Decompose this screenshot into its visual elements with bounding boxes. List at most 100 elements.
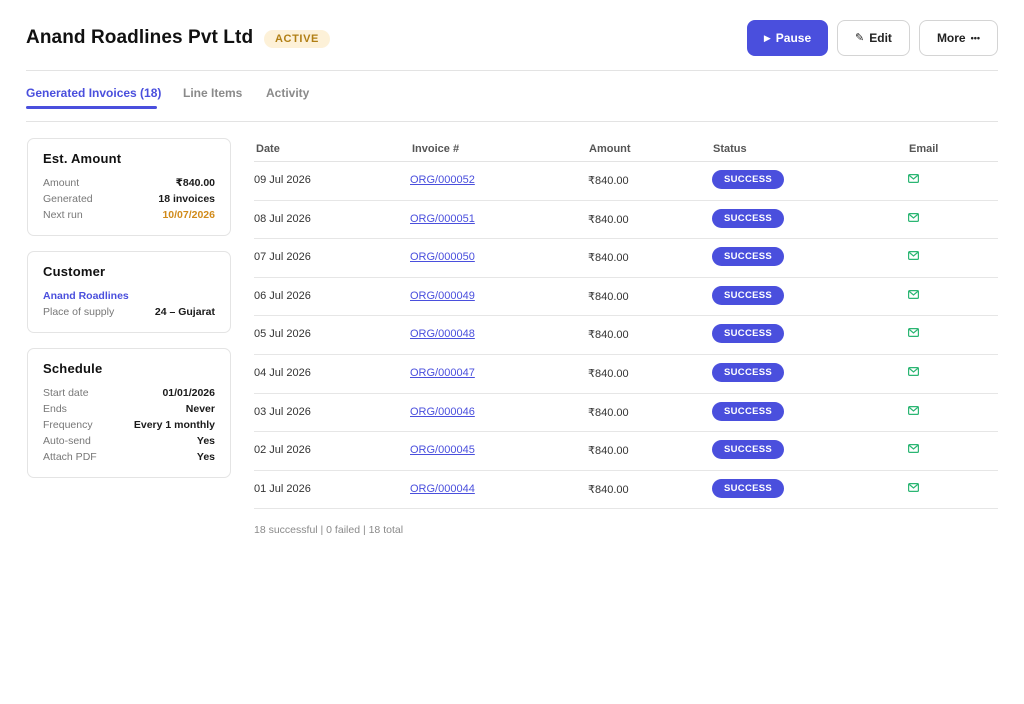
- next-run-value: 10/07/2026: [162, 209, 215, 221]
- active-tab-indicator: [26, 106, 157, 109]
- kv-key: Next run: [43, 209, 83, 221]
- kv-row: Amount ₹840.00: [43, 175, 215, 191]
- kv-value: ₹840.00: [175, 177, 215, 189]
- page-header: Anand Roadlines Pvt Ltd ACTIVE ▶ Pause ✎…: [26, 20, 998, 56]
- kv-key: Auto-send: [43, 435, 91, 447]
- card-title: Schedule: [43, 361, 103, 376]
- kv-row: Generated 18 invoices: [43, 191, 215, 207]
- email-sent-icon[interactable]: [908, 405, 919, 415]
- email-sent-icon[interactable]: [908, 174, 919, 183]
- column-header-email: Email: [909, 143, 939, 155]
- invoice-number-link[interactable]: ORG/000044: [410, 483, 475, 495]
- kv-value: 24 – Gujarat: [154, 306, 215, 318]
- kv-value: Never: [185, 403, 215, 415]
- table-row: 03 Jul 2026 ORG/000046 ₹840.00 SUCCESS: [254, 394, 998, 433]
- invoice-number-link[interactable]: ORG/000049: [410, 290, 475, 302]
- invoice-number-link[interactable]: ORG/000052: [410, 174, 475, 186]
- pause-button-label: Pause: [775, 31, 812, 45]
- invoice-date: 04 Jul 2026: [254, 367, 311, 379]
- status-badge: SUCCESS: [712, 478, 784, 498]
- kv-value: 18 invoices: [158, 193, 215, 205]
- tabs-divider: [26, 121, 998, 122]
- email-sent-icon[interactable]: [908, 444, 919, 454]
- invoice-amount: ₹840.00: [588, 213, 629, 226]
- column-header-date: Date: [256, 143, 280, 155]
- kv-key: Start date: [43, 387, 89, 399]
- invoice-amount: ₹840.00: [588, 175, 629, 187]
- kv-row: Start date 01/01/2026: [43, 385, 215, 401]
- page-title: Anand Roadlines Pvt Ltd: [26, 27, 254, 48]
- invoice-date: 01 Jul 2026: [254, 482, 311, 495]
- table-header: Date Invoice # Amount Status Email: [254, 138, 998, 162]
- invoice-date: 03 Jul 2026: [254, 405, 311, 418]
- column-header-amount: Amount: [589, 143, 631, 155]
- invoice-date: 09 Jul 2026: [254, 174, 311, 186]
- status-badge: SUCCESS: [712, 363, 784, 382]
- pause-button[interactable]: ▶ Pause: [747, 20, 828, 56]
- more-button[interactable]: More •••: [919, 20, 998, 56]
- table-row: 05 Jul 2026 ORG/000048 ₹840.00 SUCCESS: [254, 316, 998, 355]
- invoice-number-link[interactable]: ORG/000051: [410, 213, 475, 225]
- invoice-number-link[interactable]: ORG/000045: [410, 444, 475, 456]
- invoice-amount: ₹840.00: [588, 368, 629, 380]
- table-row: 08 Jul 2026 ORG/000051 ₹840.00 SUCCESS: [254, 201, 998, 240]
- tab-activity[interactable]: Activity: [266, 86, 309, 100]
- email-sent-icon[interactable]: [908, 251, 919, 261]
- kv-value: 01/01/2026: [162, 387, 215, 399]
- email-sent-icon[interactable]: [908, 482, 919, 492]
- more-button-label: More: [936, 31, 966, 45]
- status-badge: SUCCESS: [712, 401, 784, 421]
- kv-key: Generated: [43, 193, 93, 205]
- table-row: 04 Jul 2026 ORG/000047 ₹840.00 SUCCESS: [254, 355, 998, 394]
- kv-row: Ends Never: [43, 401, 215, 417]
- email-sent-icon[interactable]: [908, 328, 919, 338]
- status-badge: SUCCESS: [712, 170, 784, 189]
- email-sent-icon[interactable]: [908, 367, 919, 376]
- ellipsis-icon: •••: [970, 33, 981, 43]
- invoice-number-link[interactable]: ORG/000050: [410, 251, 475, 263]
- tab-generated-invoices[interactable]: Generated Invoices (18): [26, 86, 161, 100]
- invoice-amount: ₹840.00: [588, 483, 629, 496]
- kv-row: Next run 10/07/2026: [43, 207, 215, 223]
- invoice-date: 02 Jul 2026: [254, 444, 311, 457]
- kv-key: Attach PDF: [43, 451, 97, 463]
- invoice-number-link[interactable]: ORG/000048: [410, 328, 475, 340]
- kv-key: Place of supply: [43, 306, 115, 318]
- invoice-amount: ₹840.00: [588, 329, 629, 342]
- card-title: Est. Amount: [43, 151, 122, 166]
- play-triangle-icon: ▶: [763, 33, 771, 43]
- kv-value: Yes: [196, 451, 215, 463]
- customer-name-link[interactable]: Anand Roadlines: [43, 288, 215, 304]
- pencil-icon: ✎: [855, 32, 865, 44]
- column-header-invoice: Invoice #: [412, 143, 460, 155]
- email-sent-icon[interactable]: [908, 212, 919, 222]
- table-row: 01 Jul 2026 ORG/000044 ₹840.00 SUCCESS: [254, 471, 998, 510]
- kv-row: Place of supply 24 – Gujarat: [43, 304, 215, 320]
- kv-key: Amount: [43, 177, 80, 189]
- invoice-date: 06 Jul 2026: [254, 289, 311, 302]
- table-row: 07 Jul 2026 ORG/000050 ₹840.00 SUCCESS: [254, 239, 998, 278]
- customer-card: Customer Anand Roadlines Place of supply…: [27, 251, 231, 333]
- status-badge: SUCCESS: [712, 440, 784, 460]
- est-amount-card: Est. Amount Amount ₹840.00 Generated 18 …: [27, 138, 231, 236]
- status-badge: SUCCESS: [712, 208, 784, 228]
- invoice-date: 07 Jul 2026: [254, 251, 311, 264]
- status-badge: SUCCESS: [712, 324, 784, 344]
- table-summary: 18 successful | 0 failed | 18 total: [254, 524, 404, 536]
- invoice-amount: ₹840.00: [588, 406, 629, 419]
- edit-button[interactable]: ✎ Edit: [837, 20, 910, 56]
- kv-row: Auto-send Yes: [43, 433, 215, 449]
- invoice-number-link[interactable]: ORG/000047: [410, 367, 475, 379]
- table-row: 06 Jul 2026 ORG/000049 ₹840.00 SUCCESS: [254, 278, 998, 317]
- column-header-status: Status: [713, 143, 747, 155]
- table-row: 09 Jul 2026 ORG/000052 ₹840.00 SUCCESS: [254, 162, 998, 201]
- invoice-number-link[interactable]: ORG/000046: [410, 406, 475, 418]
- status-badge: SUCCESS: [712, 285, 784, 305]
- header-divider: [26, 70, 998, 71]
- edit-button-label: Edit: [869, 31, 892, 45]
- tab-line-items[interactable]: Line Items: [183, 86, 242, 100]
- kv-key: Ends: [43, 403, 67, 415]
- invoice-amount: ₹840.00: [588, 445, 629, 458]
- kv-value: Yes: [196, 435, 215, 447]
- email-sent-icon[interactable]: [908, 289, 919, 299]
